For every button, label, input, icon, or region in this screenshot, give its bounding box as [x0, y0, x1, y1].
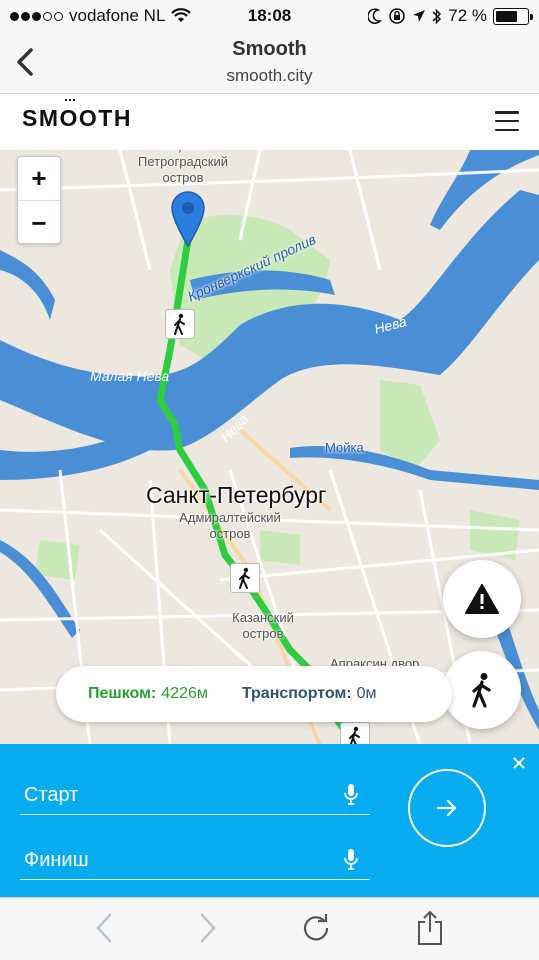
close-icon: [513, 757, 525, 769]
pedestrian-icon: [239, 567, 250, 589]
smooth-logo[interactable]: SMOOTH: [22, 99, 132, 132]
page-title: Smooth: [232, 38, 307, 60]
browser-back-button[interactable]: [86, 910, 122, 946]
zoom-control: + −: [17, 156, 61, 244]
pedestrian-icon: [174, 313, 185, 335]
browser-toolbar: [0, 897, 539, 960]
report-warning-button[interactable]: [443, 560, 521, 638]
transport-distance-label: Транспортом:: [241, 685, 352, 702]
transport-distance-value: 0м: [356, 685, 377, 702]
hamburger-icon[interactable]: [495, 111, 519, 131]
pedestrian-icon: [472, 673, 491, 708]
reload-button[interactable]: [298, 910, 334, 946]
go-button[interactable]: [408, 769, 486, 847]
route-walk-marker[interactable]: [165, 309, 195, 339]
map-canvas: [0, 150, 539, 745]
map-view[interactable]: + − сторона Петроградский остров Кронвер…: [0, 150, 539, 745]
map-label-kazan: Казанский остров: [232, 610, 294, 641]
route-input-panel: [0, 744, 539, 897]
walk-mode-button[interactable]: [443, 651, 521, 729]
browser-navbar: Smooth smooth.city: [0, 32, 539, 94]
battery-icon: [493, 7, 533, 25]
route-summary: Пешком: 4226м Транспортом: 0м: [56, 666, 452, 722]
map-city-label: Санкт-Петербург: [146, 482, 327, 508]
route-walk-marker[interactable]: [340, 722, 370, 745]
zoom-in-button[interactable]: +: [18, 157, 60, 201]
map-label-malaya-neva: Малая Нева: [90, 368, 170, 384]
status-bar: vodafone NL 18:08 72 %: [0, 0, 539, 32]
warning-triangle-icon: [465, 584, 499, 614]
arrow-right-icon: [436, 799, 457, 817]
back-icon: [96, 913, 112, 943]
map-label-moika: Мойка: [325, 440, 364, 455]
map-label-admiralty: Адмиралтейский остров: [179, 510, 281, 541]
close-button[interactable]: [508, 752, 530, 774]
finish-field: [20, 840, 370, 880]
share-button[interactable]: [412, 910, 448, 946]
zoom-out-button[interactable]: −: [18, 201, 60, 245]
reload-icon: [303, 914, 329, 941]
map-label-petrograd: сторона Петроградский остров: [137, 150, 229, 185]
microphone-icon[interactable]: [342, 848, 360, 872]
app-header: SMOOTH: [0, 95, 539, 150]
finish-input[interactable]: [24, 846, 324, 874]
start-input[interactable]: [24, 781, 324, 809]
page-url[interactable]: smooth.city: [0, 66, 539, 86]
forward-icon: [200, 913, 216, 943]
walk-distance-value: 4226м: [161, 685, 208, 702]
microphone-icon[interactable]: [342, 783, 360, 807]
status-time: 18:08: [247, 6, 292, 25]
walk-distance-label: Пешком:: [88, 685, 157, 702]
start-field: [20, 775, 370, 815]
pedestrian-icon: [349, 726, 360, 745]
route-walk-marker[interactable]: [230, 563, 260, 593]
share-icon: [418, 910, 442, 945]
browser-forward-button[interactable]: [190, 910, 226, 946]
